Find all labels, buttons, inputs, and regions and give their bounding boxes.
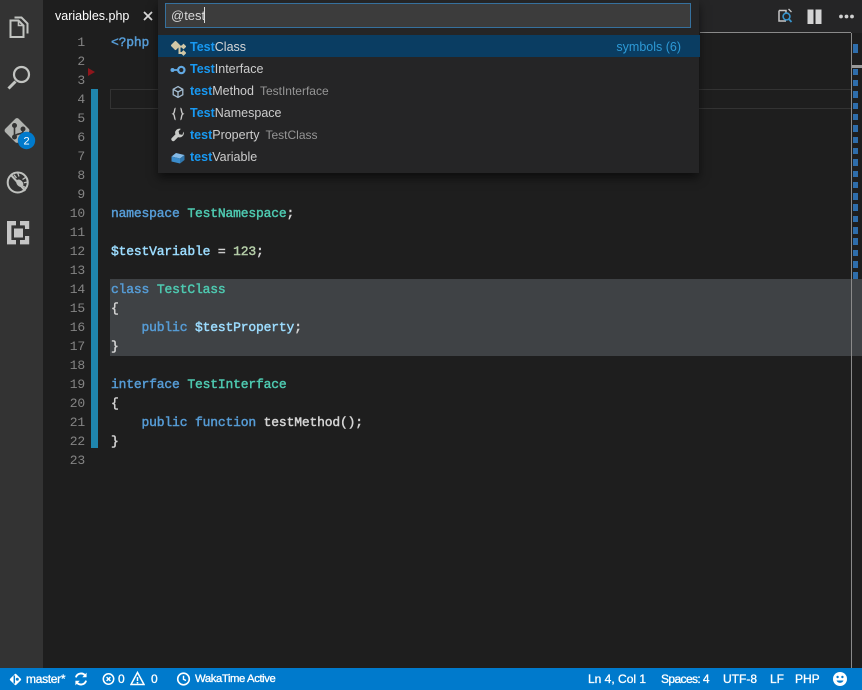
svg-text:2: 2 bbox=[23, 136, 29, 148]
